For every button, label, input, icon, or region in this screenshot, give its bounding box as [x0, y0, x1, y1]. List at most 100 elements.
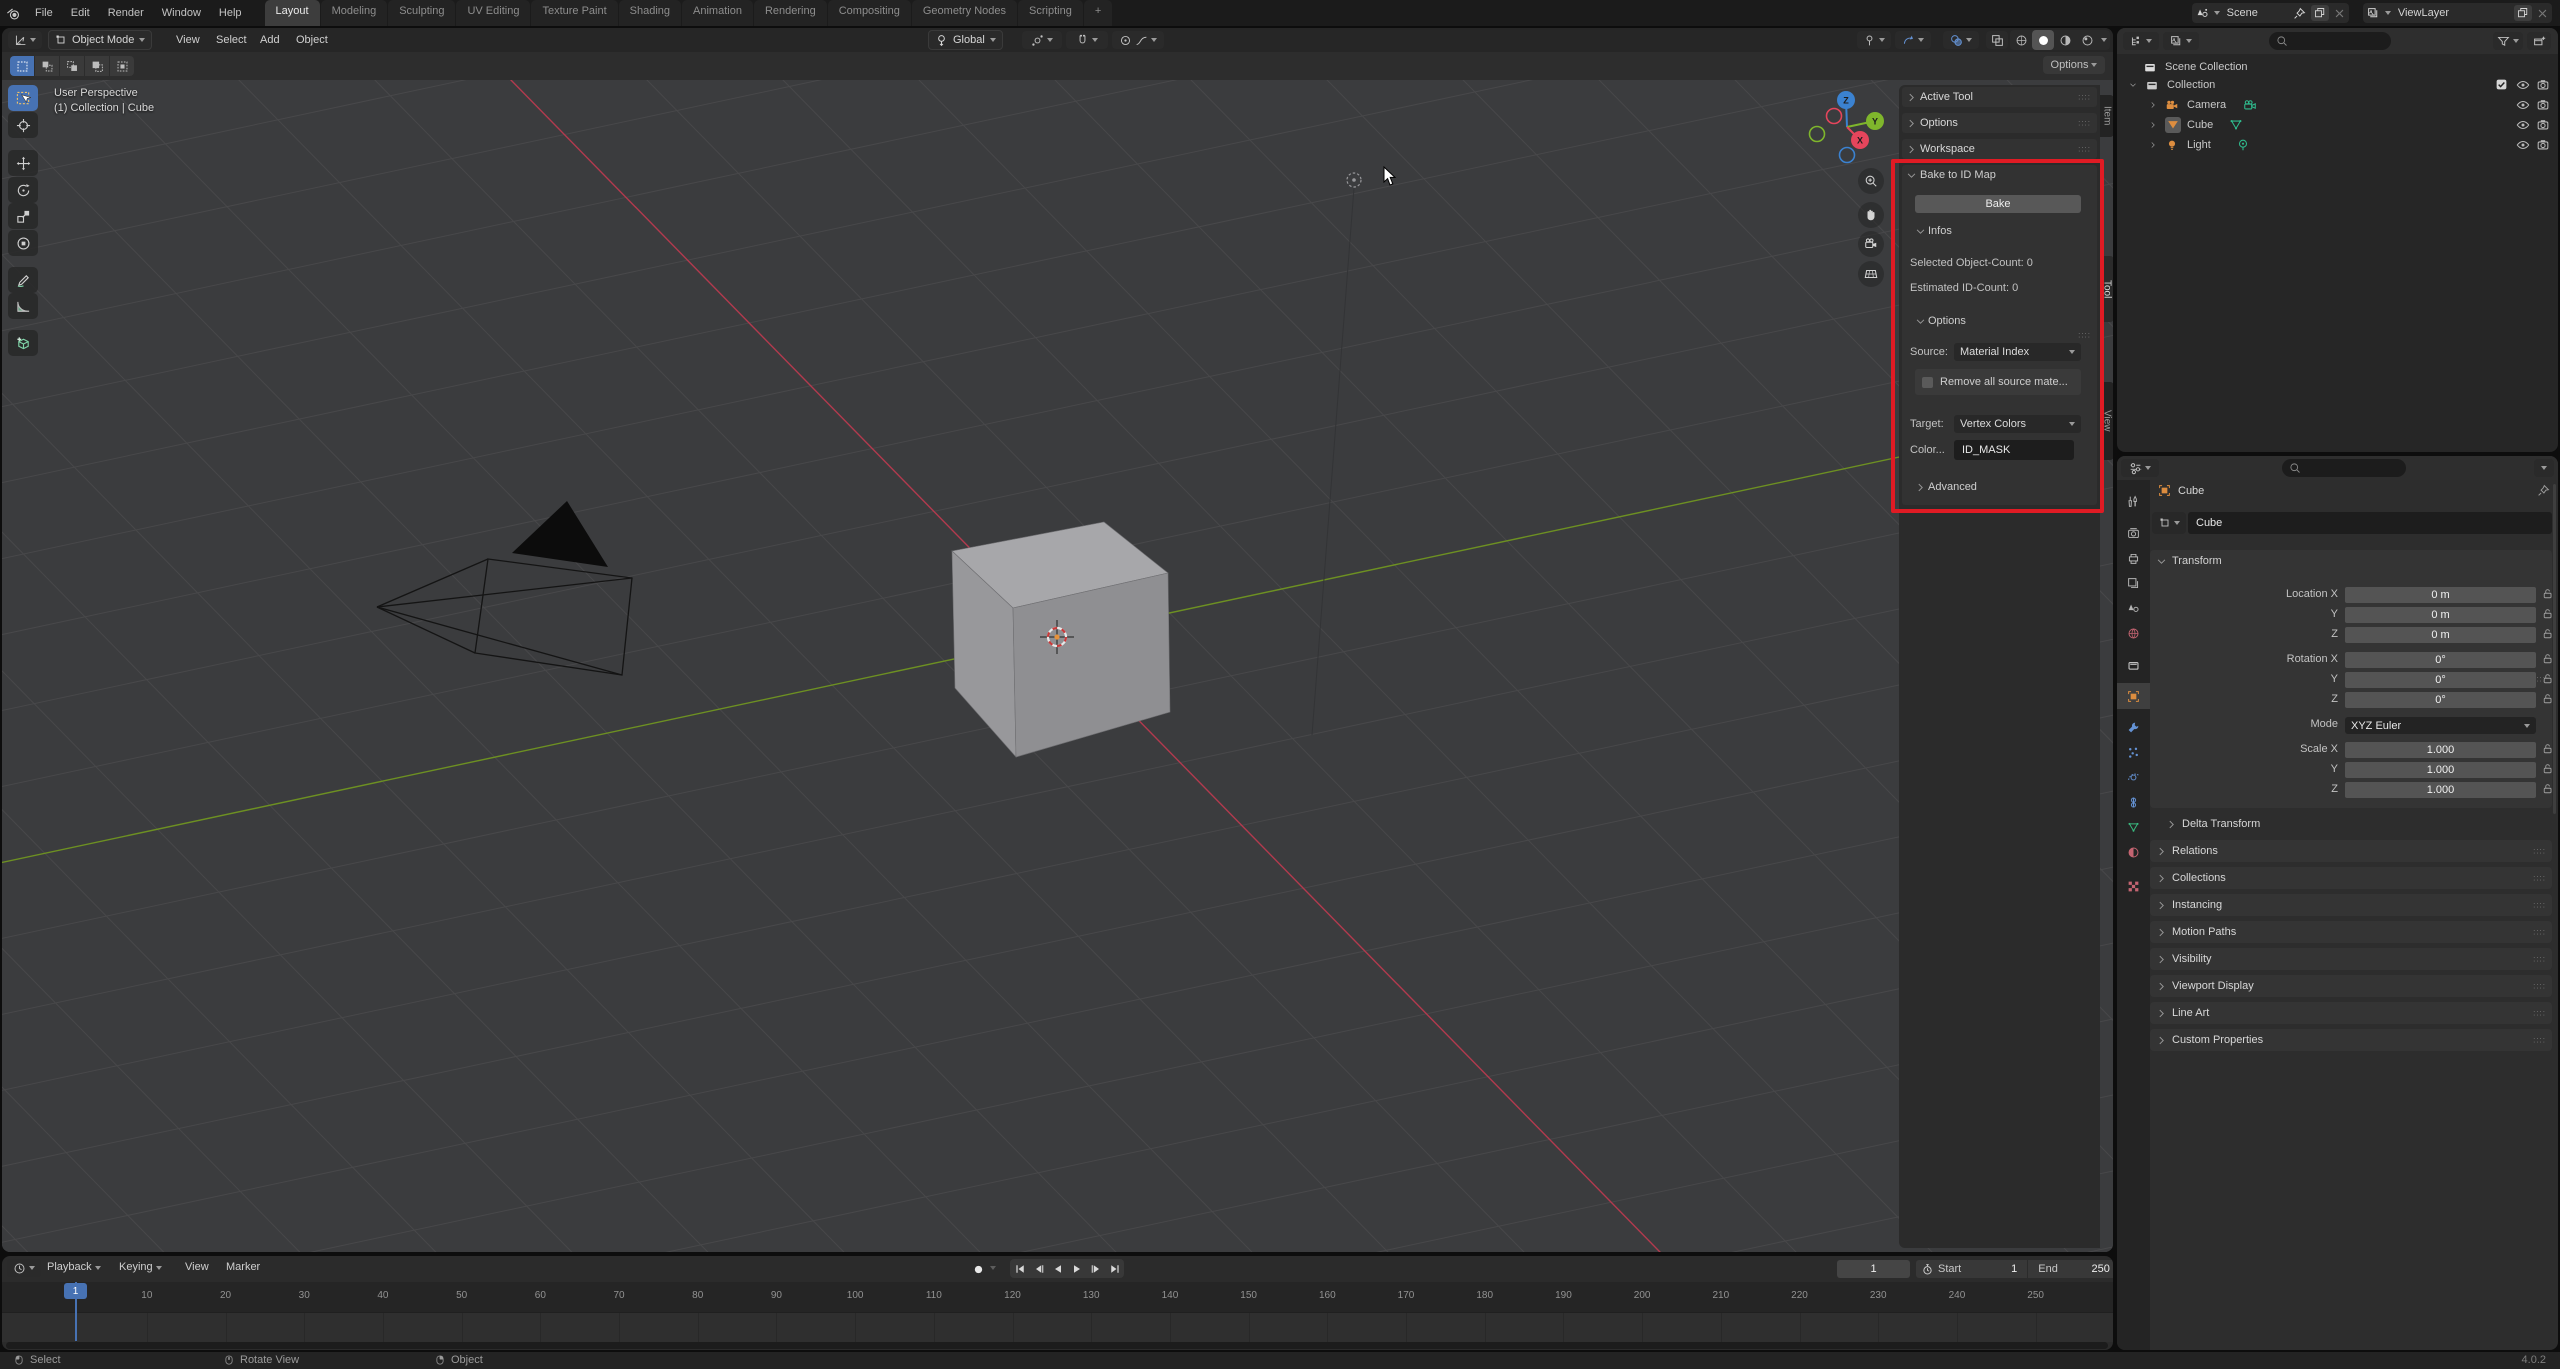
workspace-tab-geometry-nodes[interactable]: Geometry Nodes [911, 0, 1018, 26]
properties-tab-render[interactable] [2117, 520, 2150, 546]
object-name-field[interactable]: Cube [2188, 512, 2552, 534]
sidebar-tab-tool[interactable]: Tool [2100, 256, 2113, 322]
start-frame-field[interactable]: 1 [1961, 1263, 2027, 1275]
camera-view-button[interactable] [1858, 231, 1884, 257]
workspace-tab-uv-editing[interactable]: UV Editing [456, 0, 531, 26]
viewport-menu-view[interactable]: View [170, 32, 206, 48]
outliner-filter-id-button[interactable] [2163, 32, 2199, 50]
outliner-display-mode-button[interactable] [2123, 32, 2159, 50]
outliner-row-light[interactable]: Light [2117, 136, 2558, 153]
transform-field-y[interactable]: 0° [2345, 672, 2536, 688]
workspace-tab--[interactable]: + [1083, 0, 1113, 26]
mode-dropdown[interactable]: Object Mode [48, 30, 153, 50]
section-relations[interactable]: Relations:::: [2150, 840, 2552, 862]
options-subpanel-header[interactable]: Options [1912, 315, 1966, 327]
outliner-item-label[interactable]: Scene Collection [2165, 61, 2248, 73]
tool-select-box-button[interactable] [8, 85, 38, 111]
properties-search[interactable] [2282, 459, 2406, 477]
new-scene-button[interactable] [2310, 5, 2329, 21]
play-reverse-button[interactable] [1048, 1260, 1067, 1278]
show-gizmo-dropdown[interactable] [1857, 31, 1891, 49]
select-invert-button[interactable] [85, 56, 110, 76]
outliner-row-scene-collection[interactable]: Scene Collection [2117, 58, 2558, 75]
sidebar-tab-view[interactable]: View [2100, 382, 2113, 460]
blender-logo-icon[interactable] [0, 6, 26, 21]
toggle-eye-icon[interactable] [2516, 78, 2530, 92]
new-collection-button[interactable] [2527, 32, 2551, 50]
workspace-tab-shading[interactable]: Shading [618, 0, 682, 26]
transform-panel-header[interactable]: Transform :::: [2150, 550, 2552, 684]
tool-cursor-button[interactable] [8, 112, 38, 138]
mesh-data-icon[interactable] [2229, 118, 2243, 132]
workspace-tab-scripting[interactable]: Scripting [1018, 0, 1083, 26]
outliner-item-label[interactable]: Collection [2167, 79, 2215, 91]
outliner-row-cube[interactable]: Cube [2117, 116, 2558, 133]
proportional-editing-dropdown[interactable] [1112, 31, 1164, 49]
snap-dropdown[interactable] [1066, 31, 1108, 49]
navigation-gizmo[interactable]: Z YX [1797, 85, 1897, 175]
toggle-eye-icon[interactable] [2516, 98, 2530, 112]
shading-rendered-button[interactable] [2076, 30, 2098, 50]
properties-tab-collection[interactable] [2117, 652, 2150, 678]
workspace-tab-animation[interactable]: Animation [682, 0, 753, 26]
toggle-eye-icon[interactable] [2516, 118, 2530, 132]
properties-tab-tool[interactable] [2117, 488, 2150, 514]
scene-selector[interactable]: Scene [2191, 3, 2349, 23]
toggle-camera-icon[interactable] [2536, 98, 2550, 112]
play-button[interactable] [1067, 1260, 1086, 1278]
breadcrumb-object-name[interactable]: Cube [2178, 485, 2204, 497]
show-overlays-toggle[interactable] [1943, 31, 1979, 49]
timeline-scrollbar[interactable] [6, 1342, 2108, 1349]
light-data-icon[interactable] [2236, 138, 2250, 152]
close-icon[interactable] [2537, 8, 2548, 19]
section-custom-properties[interactable]: Custom Properties:::: [2150, 1029, 2552, 1051]
transform-field-location-x[interactable]: 0 m [2345, 587, 2536, 603]
outliner-item-label[interactable]: Light [2187, 139, 2211, 151]
workspace-tab-sculpting[interactable]: Sculpting [388, 0, 456, 26]
tool-annotate-button[interactable] [8, 267, 38, 293]
viewport-menu-add[interactable]: Add [254, 32, 286, 48]
bake-button[interactable]: Bake [1915, 195, 2081, 213]
transform-field-z[interactable]: 0° [2345, 692, 2536, 708]
properties-tab-particles[interactable] [2117, 739, 2150, 765]
viewport-options-button[interactable]: Options [2043, 56, 2105, 74]
viewport-canvas[interactable]: User Perspective (1) Collection | Cube Z… [2, 80, 2113, 1252]
outliner-item-label[interactable]: Camera [2187, 99, 2226, 111]
color-attribute-input[interactable]: ID_MASK [1954, 440, 2074, 460]
properties-editor-type-button[interactable] [2121, 459, 2159, 477]
section-delta-transform[interactable]: Delta Transform [2150, 813, 2552, 835]
topbar-menu-window[interactable]: Window [153, 7, 210, 19]
toggle-camera-icon[interactable] [2536, 138, 2550, 152]
editor-type-button[interactable] [8, 31, 42, 49]
transform-field-z[interactable]: 0 m [2345, 627, 2536, 643]
tool-add-cube-button[interactable] [8, 330, 38, 356]
section-instancing[interactable]: Instancing:::: [2150, 894, 2552, 916]
properties-tab-material[interactable] [2117, 839, 2150, 865]
stopwatch-icon[interactable] [1916, 1263, 1938, 1276]
scrollbar[interactable] [2553, 484, 2556, 814]
properties-tab-viewlayer[interactable] [2117, 570, 2150, 596]
remove-source-materials-row[interactable]: Remove all source mate... [1915, 369, 2081, 395]
orthographic-toggle-button[interactable] [1858, 261, 1884, 287]
outliner-row-collection[interactable]: Collection [2117, 76, 2558, 93]
outliner-filter-button[interactable] [2493, 32, 2523, 50]
infos-subpanel-header[interactable]: Infos [1912, 225, 1952, 237]
transform-field-y[interactable]: 0 m [2345, 607, 2536, 623]
advanced-subpanel-header[interactable]: Advanced [1912, 481, 1977, 493]
transform-orientation-dropdown[interactable]: Global [928, 30, 1003, 50]
transform-field-y[interactable]: 1.000 [2345, 762, 2536, 778]
tool-move-button[interactable] [8, 150, 38, 176]
toggle-check-icon[interactable] [2495, 78, 2508, 91]
sidebar-panel-workspace[interactable]: Workspace:::: [1902, 139, 2097, 159]
properties-tab-modifiers[interactable] [2117, 714, 2150, 740]
new-viewlayer-button[interactable] [2514, 5, 2532, 21]
close-icon[interactable] [2334, 8, 2345, 19]
previous-keyframe-button[interactable] [1029, 1260, 1048, 1278]
shading-solid-button[interactable] [2032, 30, 2054, 50]
checkbox-unchecked[interactable] [1922, 376, 1933, 388]
keying-set-dropdown[interactable] [990, 1266, 996, 1270]
timeline-editor-type-button[interactable] [7, 1259, 41, 1277]
transform-field-scale-x[interactable]: 1.000 [2345, 742, 2536, 758]
workspace-tab-layout[interactable]: Layout [264, 0, 320, 26]
properties-tab-output[interactable] [2117, 545, 2150, 571]
